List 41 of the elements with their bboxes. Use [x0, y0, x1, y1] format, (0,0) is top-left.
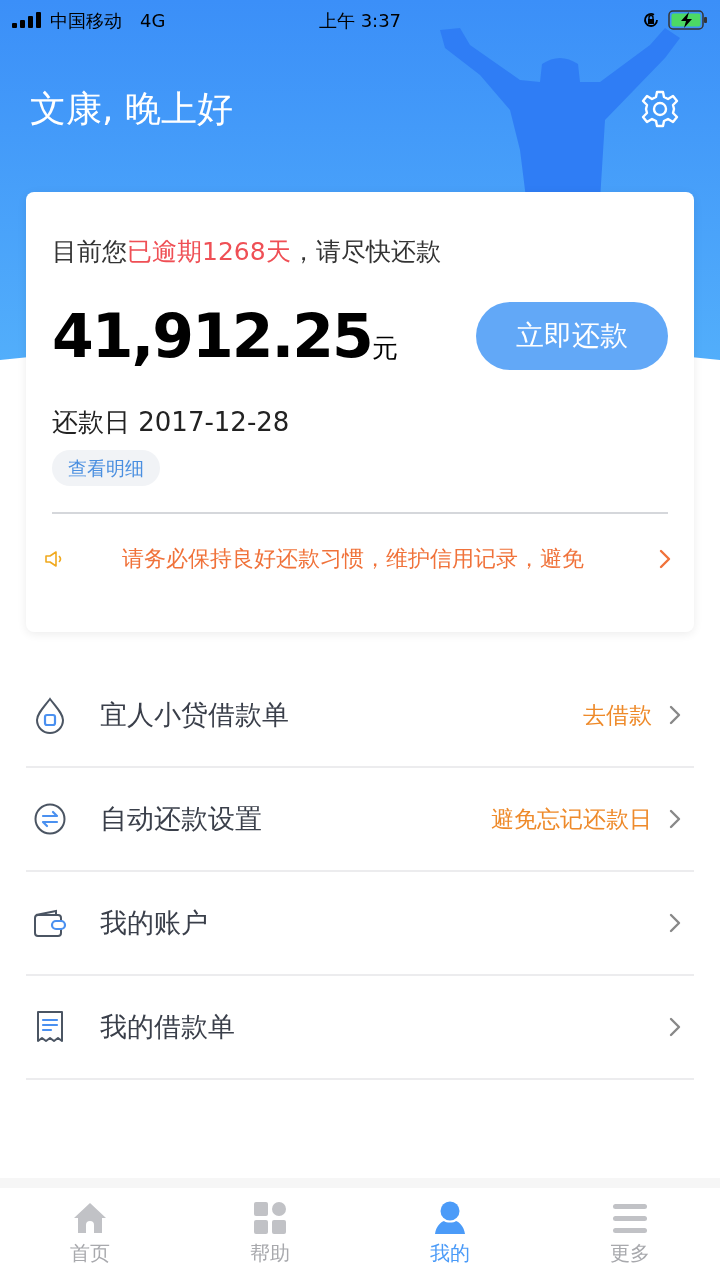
menu-label: 我的账户	[100, 905, 208, 940]
currency-unit: 元	[371, 332, 398, 365]
repay-now-button[interactable]: 立即还款	[476, 302, 668, 370]
tab-item[interactable]: 首页	[0, 1188, 180, 1280]
receipt-icon	[34, 1009, 66, 1045]
grid-icon	[252, 1200, 288, 1236]
chevron-icon	[668, 912, 682, 934]
chevron-icon	[658, 547, 672, 570]
drop-icon	[33, 696, 67, 734]
menu-row[interactable]: 自动还款设置 避免忘记还款日	[26, 768, 694, 872]
view-details-button[interactable]: 查看明细	[52, 450, 160, 486]
user-icon	[432, 1200, 468, 1236]
chevron-icon	[668, 1016, 682, 1038]
due-date: 还款日 2017-12-28	[52, 406, 290, 439]
tab-item[interactable]: 我的	[360, 1188, 540, 1280]
menu-label: 自动还款设置	[100, 801, 262, 836]
tab-item[interactable]: 更多	[540, 1188, 720, 1280]
menu-hint: 避免忘记还款日	[491, 804, 652, 834]
menu-label: 我的借款单	[100, 1009, 235, 1044]
reminder-marquee: 请务必保持良好还款习惯，维护信用记录，避免	[122, 545, 585, 573]
chevron-icon	[668, 704, 682, 726]
chevron-icon	[668, 808, 682, 830]
menu-label: 宜人小贷借款单	[100, 697, 289, 732]
signal-icon	[12, 12, 44, 28]
menu-row[interactable]: 宜人小贷借款单 去借款	[26, 664, 694, 768]
wallet-icon	[32, 907, 68, 939]
exchange-icon	[33, 802, 67, 836]
tab-item[interactable]: 帮助	[180, 1188, 360, 1280]
battery-icon	[668, 10, 708, 30]
menu-hint: 去借款	[583, 700, 652, 730]
menu-row[interactable]: 我的借款单	[26, 976, 694, 1080]
carrier-name: 中国移动	[50, 8, 122, 33]
clock-time: 上午 3:37	[318, 8, 402, 33]
settings-icon[interactable]	[640, 89, 680, 129]
greeting-title: 文康, 晚上好	[30, 87, 233, 131]
rotation-lock-icon	[642, 11, 660, 29]
overdue-notice: 目前您已逾期1268天，请尽快还款	[52, 236, 441, 268]
network-type: 4G	[140, 8, 166, 33]
menu-row[interactable]: 我的账户	[26, 872, 694, 976]
amount-value: 41,912.25	[52, 300, 372, 373]
home-icon	[72, 1200, 108, 1236]
